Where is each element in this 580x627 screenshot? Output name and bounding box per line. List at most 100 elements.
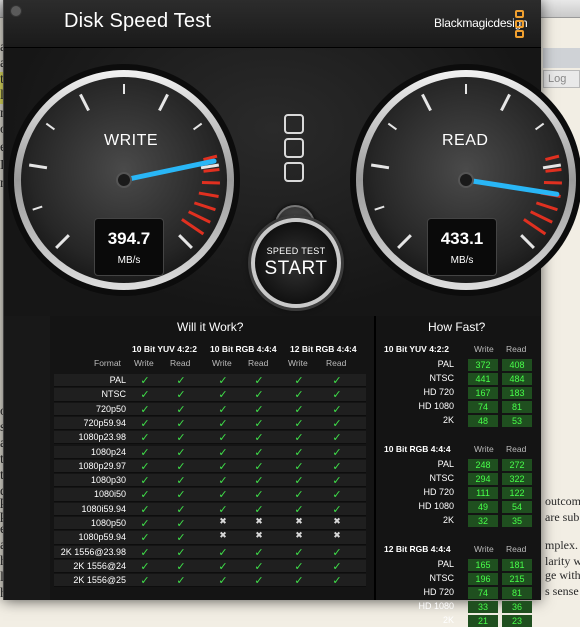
brand-name: Blackmagicdesign bbox=[434, 16, 528, 30]
check-icon: ✓ bbox=[294, 474, 304, 488]
speed-value: 53 bbox=[502, 415, 532, 427]
format-group-header: 10 Bit YUV 4:2:2 bbox=[132, 344, 198, 354]
column-subheader: Read bbox=[506, 444, 527, 454]
check-icon: ✓ bbox=[294, 545, 304, 559]
check-icon: ✓ bbox=[218, 574, 228, 588]
layout-square-icon[interactable] bbox=[284, 162, 304, 182]
speed-format-label: NTSC bbox=[429, 573, 455, 583]
speed-group-header: 10 Bit RGB 4:4:4 bbox=[384, 444, 451, 454]
format-label: 1080p29.97 bbox=[78, 460, 126, 471]
check-icon: ✓ bbox=[140, 459, 150, 473]
speed-format-label: HD 1080 bbox=[418, 401, 454, 411]
speed-value: 48 bbox=[468, 415, 498, 427]
check-icon: ✓ bbox=[140, 559, 150, 573]
speed-format-label: HD 720 bbox=[423, 587, 454, 597]
format-label: 2K 1556@24 bbox=[73, 560, 126, 571]
check-icon: ✓ bbox=[332, 431, 342, 445]
check-icon: ✓ bbox=[332, 416, 342, 430]
format-group-header: 12 Bit RGB 4:4:4 bbox=[290, 344, 357, 354]
speed-value: 35 bbox=[502, 515, 532, 527]
speed-format-label: HD 720 bbox=[423, 387, 454, 397]
background-text-line: s sense bbox=[545, 584, 579, 598]
speed-value: 21 bbox=[468, 615, 498, 627]
read-label: READ bbox=[442, 132, 489, 149]
check-icon: ✓ bbox=[254, 459, 264, 473]
check-icon: ✓ bbox=[176, 559, 186, 573]
check-icon: ✓ bbox=[254, 402, 264, 416]
start-button-label: START bbox=[264, 258, 328, 279]
check-icon: ✓ bbox=[332, 574, 342, 588]
cross-icon: ✖ bbox=[219, 531, 227, 542]
check-icon: ✓ bbox=[332, 445, 342, 459]
speed-format-label: PAL bbox=[437, 359, 454, 369]
write-unit: MB/s bbox=[117, 255, 141, 266]
gauge-redline-tick bbox=[201, 180, 220, 185]
speed-value: 372 bbox=[468, 359, 498, 371]
speed-value: 322 bbox=[502, 473, 532, 485]
check-icon: ✓ bbox=[218, 445, 228, 459]
format-label: 1080i50 bbox=[93, 489, 126, 500]
layout-square-icon[interactable] bbox=[284, 138, 304, 158]
gauge-redline-tick bbox=[543, 180, 562, 185]
format-label: 2K 1556@25 bbox=[73, 575, 126, 586]
check-icon: ✓ bbox=[332, 459, 342, 473]
check-icon: ✓ bbox=[140, 574, 150, 588]
speed-group-header: 12 Bit RGB 4:4:4 bbox=[384, 544, 451, 554]
check-icon: ✓ bbox=[176, 459, 186, 473]
speed-value: 23 bbox=[502, 615, 532, 627]
column-subheader: Write bbox=[474, 544, 494, 554]
check-icon: ✓ bbox=[332, 388, 342, 402]
background-text-line: outcome bbox=[545, 494, 580, 508]
check-icon: ✓ bbox=[176, 517, 186, 530]
check-icon: ✓ bbox=[140, 445, 150, 459]
check-icon: ✓ bbox=[140, 474, 150, 488]
check-icon: ✓ bbox=[140, 388, 150, 402]
check-icon: ✓ bbox=[218, 402, 228, 416]
how-fast-table: 10 Bit YUV 4:2:2 Write Read PAL 372 408 NTSC 44… bbox=[376, 316, 541, 627]
check-icon: ✓ bbox=[332, 488, 342, 502]
format-label: PAL bbox=[109, 375, 126, 385]
layout-selector[interactable] bbox=[284, 114, 304, 186]
check-icon: ✓ bbox=[176, 374, 186, 387]
check-icon: ✓ bbox=[254, 431, 264, 445]
format-label: 720p50 bbox=[95, 403, 126, 414]
close-button[interactable] bbox=[10, 5, 22, 17]
check-icon: ✓ bbox=[218, 559, 228, 573]
speed-value: 49 bbox=[468, 501, 498, 513]
check-icon: ✓ bbox=[294, 402, 304, 416]
cross-icon: ✖ bbox=[255, 517, 263, 527]
column-subheader: Write bbox=[288, 358, 308, 368]
results-tables: Will it Work? How Fast? 10 Bit YUV 4:2:2… bbox=[50, 316, 541, 627]
check-icon: ✓ bbox=[294, 502, 304, 516]
check-icon: ✓ bbox=[332, 545, 342, 559]
column-subheader: Read bbox=[506, 344, 527, 354]
check-icon: ✓ bbox=[176, 545, 186, 559]
layout-square-icon[interactable] bbox=[284, 114, 304, 134]
check-icon: ✓ bbox=[254, 488, 264, 502]
check-icon: ✓ bbox=[176, 531, 186, 545]
check-icon: ✓ bbox=[140, 545, 150, 559]
disk-speed-test-window: Disk Speed Test Blackmagicdesign WRITE 3… bbox=[3, 0, 580, 627]
speed-test-start-button[interactable]: SPEED TEST START bbox=[251, 218, 341, 308]
check-icon: ✓ bbox=[332, 502, 342, 516]
check-icon: ✓ bbox=[254, 374, 264, 387]
check-icon: ✓ bbox=[218, 502, 228, 516]
speed-value: 32 bbox=[468, 515, 498, 527]
background-text-line: mplex. bbox=[545, 538, 578, 552]
check-icon: ✓ bbox=[254, 445, 264, 459]
speed-value: 181 bbox=[502, 559, 532, 571]
speed-value: 484 bbox=[502, 373, 532, 385]
write-readout: 394.7 MB/s bbox=[94, 218, 164, 276]
check-icon: ✓ bbox=[294, 416, 304, 430]
check-icon: ✓ bbox=[140, 402, 150, 416]
speed-value: 165 bbox=[468, 559, 498, 571]
column-subheader: Read bbox=[326, 358, 347, 368]
will-it-work-table: 10 Bit YUV 4:2:2 10 Bit RGB 4:4:4 12 Bit R… bbox=[50, 316, 374, 600]
format-label: 2K 1556@23.98 bbox=[60, 546, 126, 557]
check-icon: ✓ bbox=[294, 559, 304, 573]
check-icon: ✓ bbox=[140, 502, 150, 516]
check-icon: ✓ bbox=[140, 416, 150, 430]
format-label: 720p59.94 bbox=[83, 417, 126, 428]
speed-format-label: 2K bbox=[442, 615, 454, 625]
title-bar: Disk Speed Test Blackmagicdesign bbox=[4, 0, 541, 48]
